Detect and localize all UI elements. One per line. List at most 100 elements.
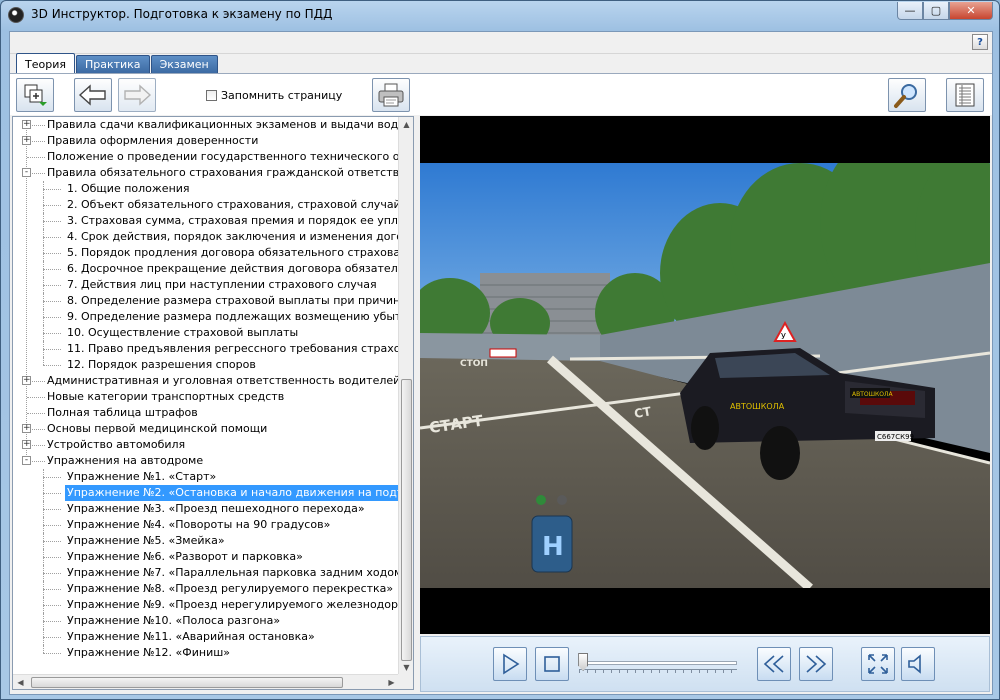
tree-item-label: 2. Объект обязательного страхования, стр… [67, 198, 399, 211]
tree-item-label: Упражнение №8. «Проезд регулируемого пер… [67, 582, 394, 595]
seek-track[interactable] [579, 661, 737, 665]
document-list-icon [955, 83, 975, 107]
window-controls: — ▢ ✕ [897, 2, 993, 20]
collapse-minus-icon[interactable]: - [22, 168, 31, 177]
tree-item-label: Упражнение №5. «Змейка» [67, 534, 225, 547]
tree-item-label: 9. Определение размера подлежащих возмещ… [67, 310, 399, 323]
help-button[interactable]: ? [972, 34, 988, 50]
scroll-up-icon[interactable]: ▲ [399, 117, 413, 132]
title-bar[interactable]: 3D Инструктор. Подготовка к экзамену по … [1, 1, 999, 29]
close-button[interactable]: ✕ [949, 2, 993, 20]
checkbox-box[interactable] [206, 90, 217, 101]
tab-exam[interactable]: Экзамен [150, 55, 218, 73]
search-button[interactable] [888, 78, 926, 112]
car-roof-label: АВТОШКОЛА [852, 391, 894, 398]
tree-item-label: 8. Определение размера страховой выплаты… [67, 294, 399, 307]
tree-item-label: 11. Право предъявления регрессного требо… [67, 342, 399, 355]
rewind-icon [763, 655, 784, 673]
tree-item-label: 4. Срок действия, порядок заключения и и… [67, 230, 399, 243]
print-button[interactable] [372, 78, 410, 112]
expand-all-button[interactable] [16, 78, 54, 112]
car-door-text: АВТОШКОЛА [730, 402, 785, 411]
tab-practice[interactable]: Практика [75, 55, 150, 73]
chevron-sign [489, 348, 517, 358]
contents-button[interactable] [946, 78, 984, 112]
theory-tree[interactable]: + Правила сдачи квалификационных экзамено… [13, 117, 399, 675]
remember-page-checkbox[interactable]: Запомнить страницу [206, 89, 342, 102]
volume-button[interactable] [901, 647, 935, 681]
tree-item-label: Основы первой медицинской помощи [47, 422, 268, 435]
fullscreen-icon [868, 654, 888, 674]
stop-button[interactable] [535, 647, 569, 681]
expand-plus-icon[interactable]: + [22, 424, 31, 433]
back-button[interactable] [74, 78, 112, 112]
tree-item-label: 10. Осуществление страховой выплаты [67, 326, 299, 339]
play-button[interactable] [493, 647, 527, 681]
maximize-button[interactable]: ▢ [923, 2, 949, 20]
tab-theory[interactable]: Теория [16, 53, 75, 73]
magnifier-icon [894, 84, 917, 108]
tree-item-label: Административная и уголовная ответственн… [47, 374, 399, 387]
forward-button[interactable] [118, 78, 156, 112]
client-area: ? Теория Практика Экзамен Запомнить стра… [9, 31, 993, 695]
tree-item-label: 5. Порядок продления договора обязательн… [67, 246, 399, 259]
roof-sign-letter: У [781, 332, 786, 341]
arrow-left-icon [78, 84, 106, 106]
toolbar: Запомнить страницу [10, 73, 992, 115]
hscroll-thumb[interactable] [31, 677, 343, 688]
play-icon [503, 653, 520, 675]
tree-item-label: Упражнение №11. «Аварийная остановка» [67, 630, 315, 643]
expand-plus-icon[interactable]: + [22, 136, 31, 145]
app-icon [8, 7, 24, 23]
tab-bar: Теория Практика Экзамен [16, 53, 218, 73]
fast-forward-button[interactable] [799, 647, 833, 681]
printer-icon [378, 83, 404, 107]
expand-plus-icon[interactable]: + [22, 440, 31, 449]
tree-item-label: 1. Общие положения [67, 182, 190, 195]
tree-item-label: 3. Страховая сумма, страховая премия и п… [67, 214, 399, 227]
theory-tree-panel: + Правила сдачи квалификационных экзамено… [12, 116, 414, 690]
help-bar: ? [10, 32, 992, 54]
seek-ticks [579, 669, 737, 673]
remember-page-label: Запомнить страницу [221, 89, 343, 102]
expand-plus-icon[interactable]: + [22, 376, 31, 385]
tree-item-label: Упражнение №7. «Параллельная парковка за… [67, 566, 399, 579]
collapse-minus-icon[interactable]: - [22, 456, 31, 465]
fullscreen-button[interactable] [861, 647, 895, 681]
tree-item-label: 12. Порядок разрешения споров [67, 358, 256, 371]
scroll-left-icon[interactable]: ◀ [13, 675, 28, 689]
window-title: 3D Инструктор. Подготовка к экзамену по … [31, 7, 333, 21]
arrow-right-icon [124, 84, 152, 106]
minimize-button[interactable]: — [897, 2, 923, 20]
tree-item-label: 6. Досрочное прекращение действия догово… [67, 262, 399, 275]
tree-item-label: Упражнение №12. «Финиш» [67, 646, 231, 659]
tree-item-label: Упражнения на автодроме [47, 454, 204, 467]
video-frame[interactable]: СТАРТ СТОП СТ С667СК99 АВТОШКОЛА У АВТОШ… [420, 163, 990, 588]
tree-vertical-scrollbar[interactable]: ▲ ▼ [398, 117, 413, 675]
scroll-right-icon[interactable]: ▶ [384, 675, 399, 689]
tree-item-label: Правила сдачи квалификационных экзаменов… [47, 118, 399, 131]
tree-item-label: Упражнение №4. «Повороты на 90 градусов» [67, 518, 331, 531]
scroll-down-icon[interactable]: ▼ [399, 660, 413, 675]
tree-item-label: Упражнение №6. «Разворот и парковка» [67, 550, 303, 563]
driving-scene: СТАРТ СТОП СТ С667СК99 АВТОШКОЛА У АВТОШ… [420, 163, 990, 588]
app-window: 3D Инструктор. Подготовка к экзамену по … [0, 0, 1000, 700]
tree-item-label: Упражнение №1. «Старт» [67, 470, 217, 483]
tree-item-label: Устройство автомобиля [47, 438, 186, 451]
tree-item-label: Положение о проведении государственного … [47, 150, 399, 163]
tree-horizontal-scrollbar[interactable]: ◀ ▶ [13, 674, 399, 689]
tree-item-label: Правила оформления доверенности [47, 134, 259, 147]
player-controls [420, 636, 990, 692]
expand-plus-icon[interactable]: + [22, 120, 31, 129]
tree-item-label: Новые категории транспортных средств [47, 390, 285, 403]
scroll-thumb[interactable] [401, 379, 412, 661]
rewind-button[interactable] [757, 647, 791, 681]
expand-tree-icon [24, 84, 47, 106]
license-plate: С667СК99 [877, 433, 914, 441]
stop-icon [544, 656, 560, 672]
fast-forward-icon [806, 655, 827, 673]
tree-item-label: Полная таблица штрафов [47, 406, 198, 419]
tree-item-label: Упражнение №2. «Остановка и начало движе… [63, 484, 399, 502]
video-panel: СТАРТ СТОП СТ С667СК99 АВТОШКОЛА У АВТОШ… [420, 116, 990, 634]
tree-item-label: Упражнение №10. «Полоса разгона» [67, 614, 281, 627]
